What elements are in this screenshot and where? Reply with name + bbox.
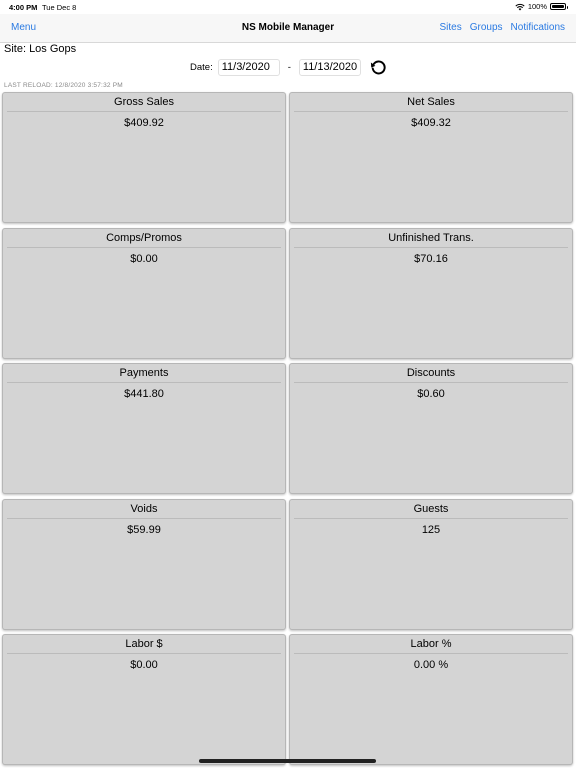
metric-card-voids[interactable]: Voids $59.99: [2, 498, 286, 630]
metric-card-guests[interactable]: Guests 125: [289, 498, 573, 630]
site-label: Site: Los Gops: [4, 43, 77, 55]
status-time: 4:00 PM: [9, 3, 38, 12]
metric-title: Payments: [7, 367, 281, 383]
metric-value: 0.00 %: [413, 659, 449, 671]
groups-link[interactable]: Groups: [470, 22, 503, 33]
metric-card-payments[interactable]: Payments $441.80: [2, 363, 286, 494]
metric-title: Labor $: [7, 638, 281, 654]
metric-value: $409.92: [124, 117, 164, 129]
metric-value: $59.99: [127, 523, 161, 536]
end-date-input[interactable]: [298, 58, 361, 76]
battery-fill: [552, 5, 564, 8]
metric-title: Unfinished Trans.: [294, 232, 568, 248]
notifications-link[interactable]: Notifications: [511, 22, 565, 33]
date-label: Date:: [190, 61, 213, 73]
home-indicator: [199, 759, 376, 763]
status-date: Tue Dec 8: [42, 3, 77, 12]
metric-title: Net Sales: [294, 96, 568, 112]
start-date-input[interactable]: [217, 58, 280, 76]
metric-card-labor[interactable]: Labor % 0.00 %: [289, 634, 573, 765]
status-bar: 4:00 PM Tue Dec 8 100%: [0, 0, 576, 14]
battery-percent: 100%: [527, 2, 547, 11]
metric-value: $0.00: [130, 659, 158, 671]
battery-icon: [550, 3, 568, 10]
metric-card-comps-promos[interactable]: Comps/Promos $0.00: [2, 227, 286, 359]
metric-card-unfinished-trans[interactable]: Unfinished Trans. $70.16: [289, 227, 573, 359]
date-separator: -: [287, 61, 291, 73]
metrics-grid: Gross Sales $409.92 Net Sales $409.32 Comps/…: [2, 92, 574, 768]
metric-value: $0.00: [130, 252, 158, 265]
metric-value: $409.32: [411, 117, 451, 129]
wifi-icon: [515, 3, 525, 10]
metric-value: 125: [421, 523, 441, 536]
metric-title: Labor %: [294, 638, 568, 654]
metric-card-net-sales[interactable]: Net Sales $409.32: [289, 92, 573, 223]
metric-title: Voids: [7, 503, 281, 519]
date-range: Date: -: [190, 58, 387, 76]
metric-value: $441.80: [124, 388, 164, 400]
last-reload: LAST RELOAD: 12/8/2020 3:57:32 PM: [4, 82, 123, 89]
metric-value: $70.16: [414, 252, 448, 265]
metric-title: Gross Sales: [7, 96, 281, 112]
nav-bar: Menu NS Mobile Manager Sites Groups Noti…: [0, 14, 576, 43]
metric-title: Comps/Promos: [7, 232, 281, 248]
metric-value: $0.60: [417, 388, 445, 400]
nav-links: Sites Groups Notifications: [440, 22, 566, 33]
sites-link[interactable]: Sites: [440, 22, 462, 33]
status-right: 100%: [515, 2, 568, 11]
refresh-icon[interactable]: [369, 58, 387, 76]
metric-title: Guests: [294, 503, 568, 519]
metric-card-discounts[interactable]: Discounts $0.60: [289, 363, 573, 494]
metric-card-gross-sales[interactable]: Gross Sales $409.92: [2, 92, 286, 223]
metric-card-labor[interactable]: Labor $ $0.00: [2, 634, 286, 765]
metric-title: Discounts: [294, 367, 568, 383]
